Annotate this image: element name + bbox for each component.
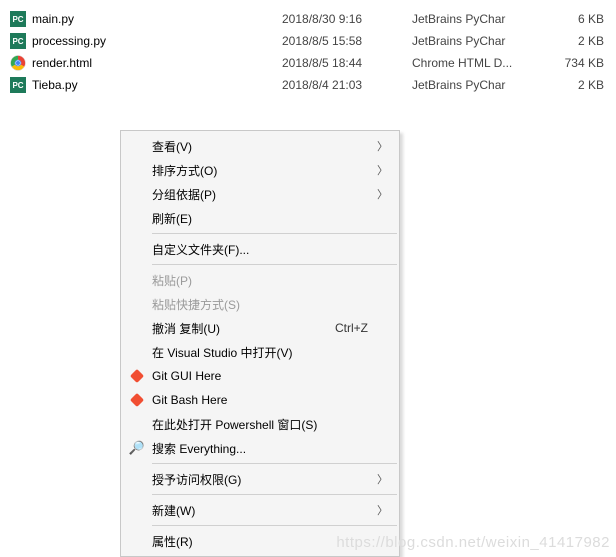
file-date: 2018/8/5 15:58 [282, 34, 412, 48]
file-row[interactable]: PC main.py 2018/8/30 9:16 JetBrains PyCh… [0, 8, 616, 30]
menu-label: Git Bash Here [150, 393, 396, 407]
menu-label: 粘贴(P) [150, 272, 396, 289]
menu-separator [152, 233, 397, 234]
chevron-right-icon: 〉 [377, 138, 388, 154]
menu-view[interactable]: 查看(V) 〉 [122, 134, 398, 158]
menu-sort[interactable]: 排序方式(O) 〉 [122, 158, 398, 182]
file-type: JetBrains PyChar [412, 78, 542, 92]
file-size: 2 KB [542, 78, 612, 92]
git-icon [124, 392, 150, 408]
menu-refresh[interactable]: 刷新(E) [122, 206, 398, 230]
blank-icon [124, 471, 150, 487]
file-type: JetBrains PyChar [412, 12, 542, 26]
blank-icon [124, 241, 150, 257]
file-date: 2018/8/5 18:44 [282, 56, 412, 70]
menu-group[interactable]: 分组依据(P) 〉 [122, 182, 398, 206]
blank-icon [124, 162, 150, 178]
menu-search-everything[interactable]: 🔎 搜索 Everything... [122, 436, 398, 460]
file-size: 6 KB [542, 12, 612, 26]
menu-paste: 粘贴(P) [122, 268, 398, 292]
file-name: main.py [32, 12, 282, 26]
menu-open-powershell[interactable]: 在此处打开 Powershell 窗口(S) [122, 412, 398, 436]
menu-label: 在 Visual Studio 中打开(V) [150, 344, 396, 361]
menu-label: 排序方式(O) [150, 162, 396, 179]
file-list: PC main.py 2018/8/30 9:16 JetBrains PyCh… [0, 0, 616, 96]
menu-git-bash[interactable]: Git Bash Here [122, 388, 398, 412]
file-size: 2 KB [542, 34, 612, 48]
menu-label: 搜索 Everything... [150, 440, 396, 457]
file-type: JetBrains PyChar [412, 34, 542, 48]
chevron-right-icon: 〉 [377, 471, 388, 487]
menu-separator [152, 525, 397, 526]
menu-label: 在此处打开 Powershell 窗口(S) [150, 416, 396, 433]
file-type: Chrome HTML D... [412, 56, 542, 70]
menu-separator [152, 264, 397, 265]
menu-label: 查看(V) [150, 138, 396, 155]
blank-icon [124, 296, 150, 312]
file-name: processing.py [32, 34, 282, 48]
menu-label: Git GUI Here [150, 369, 396, 383]
blank-icon [124, 344, 150, 360]
pycharm-icon: PC [10, 33, 26, 49]
menu-customize-folder[interactable]: 自定义文件夹(F)... [122, 237, 398, 261]
menu-separator [152, 494, 397, 495]
file-date: 2018/8/30 9:16 [282, 12, 412, 26]
chevron-right-icon: 〉 [377, 162, 388, 178]
file-date: 2018/8/4 21:03 [282, 78, 412, 92]
menu-undo-copy[interactable]: 撤消 复制(U) Ctrl+Z [122, 316, 398, 340]
file-size: 734 KB [542, 56, 612, 70]
blank-icon [124, 320, 150, 336]
menu-label: 撤消 复制(U) [150, 320, 335, 337]
menu-label: 分组依据(P) [150, 186, 396, 203]
blank-icon [124, 272, 150, 288]
watermark: https://blog.csdn.net/weixin_41417982 [336, 534, 610, 551]
menu-grant-access[interactable]: 授予访问权限(G) 〉 [122, 467, 398, 491]
git-icon [124, 368, 150, 384]
file-name: Tieba.py [32, 78, 282, 92]
menu-label: 自定义文件夹(F)... [150, 241, 396, 258]
pycharm-icon: PC [10, 77, 26, 93]
file-row[interactable]: PC Tieba.py 2018/8/4 21:03 JetBrains PyC… [0, 74, 616, 96]
menu-label: 新建(W) [150, 502, 396, 519]
magnifier-icon: 🔎 [124, 440, 150, 456]
chevron-right-icon: 〉 [377, 502, 388, 518]
menu-label: 粘贴快捷方式(S) [150, 296, 396, 313]
menu-open-visual-studio[interactable]: 在 Visual Studio 中打开(V) [122, 340, 398, 364]
menu-new[interactable]: 新建(W) 〉 [122, 498, 398, 522]
file-name: render.html [32, 56, 282, 70]
blank-icon [124, 138, 150, 154]
menu-shortcut: Ctrl+Z [335, 321, 396, 335]
context-menu: 查看(V) 〉 排序方式(O) 〉 分组依据(P) 〉 刷新(E) 自定义文件夹… [120, 130, 400, 557]
chrome-icon [10, 55, 26, 71]
blank-icon [124, 210, 150, 226]
blank-icon [124, 186, 150, 202]
menu-label: 授予访问权限(G) [150, 471, 396, 488]
menu-label: 刷新(E) [150, 210, 396, 227]
menu-git-gui[interactable]: Git GUI Here [122, 364, 398, 388]
blank-icon [124, 533, 150, 549]
pycharm-icon: PC [10, 11, 26, 27]
file-row[interactable]: PC processing.py 2018/8/5 15:58 JetBrain… [0, 30, 616, 52]
chevron-right-icon: 〉 [377, 186, 388, 202]
file-row[interactable]: render.html 2018/8/5 18:44 Chrome HTML D… [0, 52, 616, 74]
menu-separator [152, 463, 397, 464]
blank-icon [124, 502, 150, 518]
blank-icon [124, 416, 150, 432]
menu-paste-shortcut: 粘贴快捷方式(S) [122, 292, 398, 316]
